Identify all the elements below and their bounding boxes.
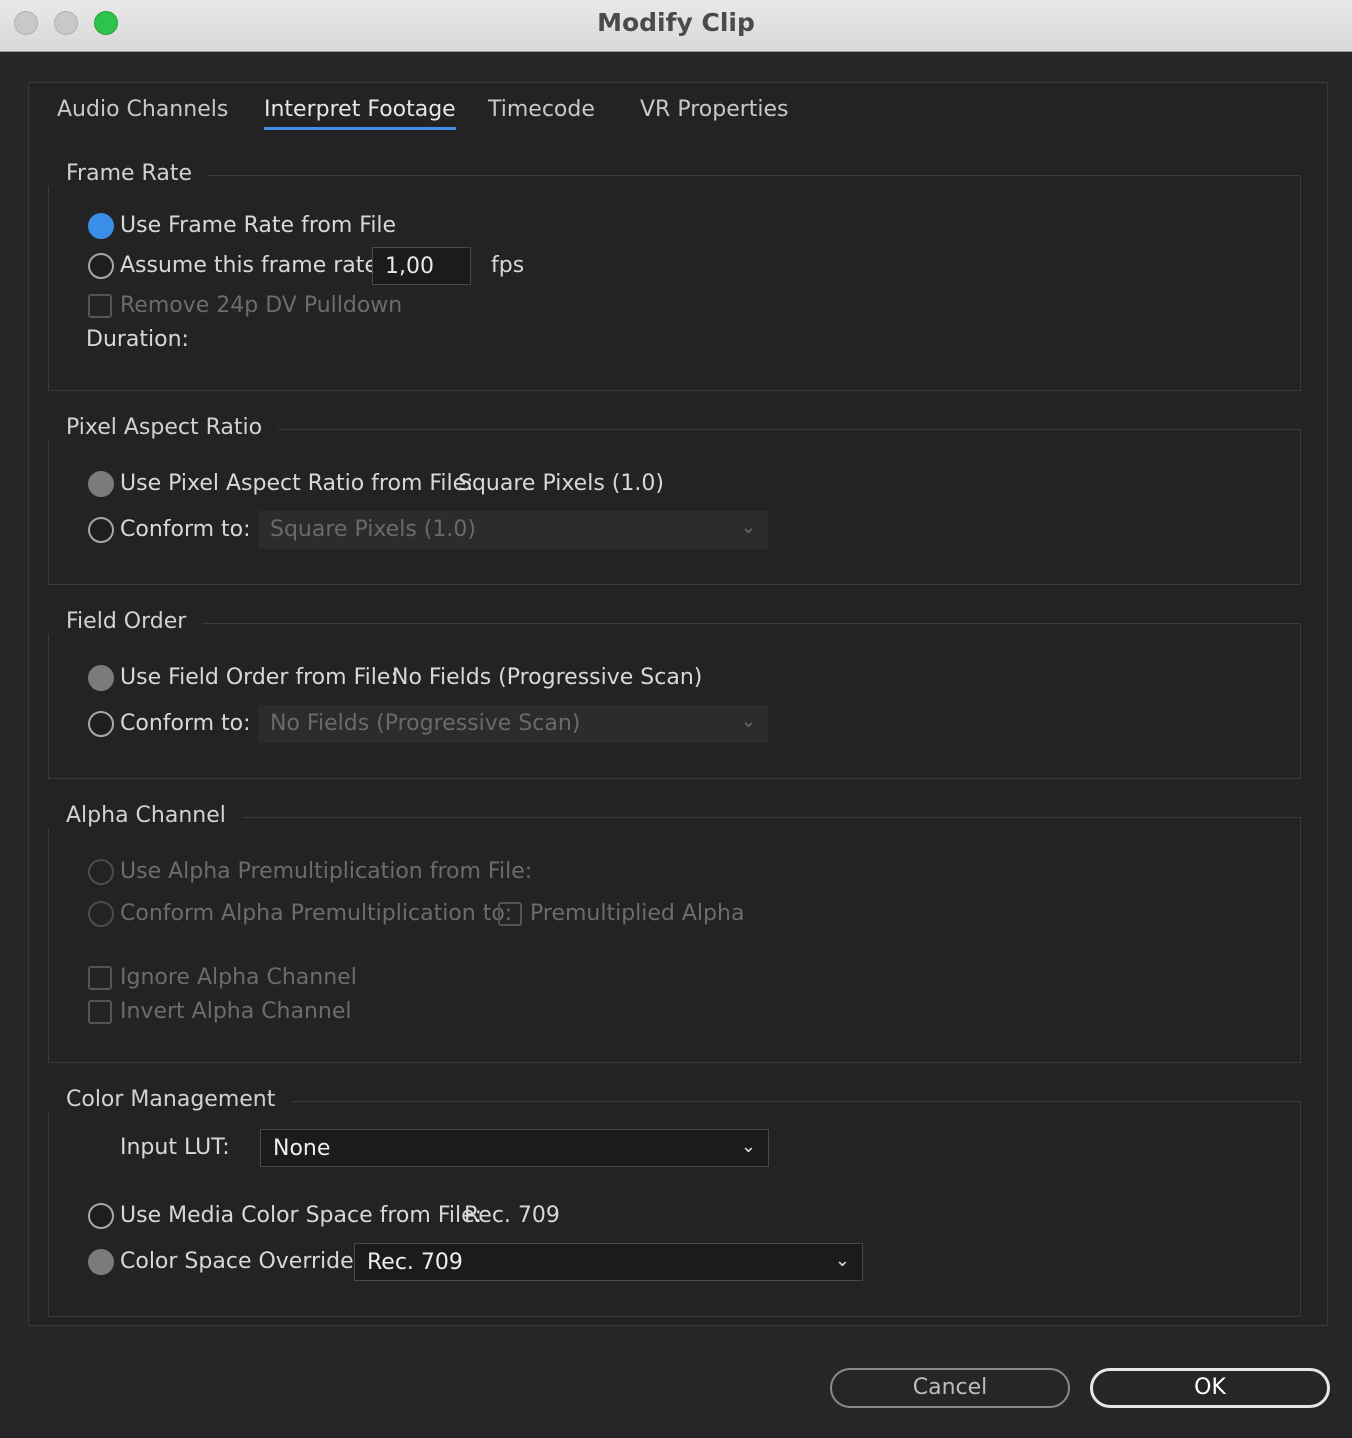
fps-input[interactable]: 1,00 bbox=[372, 247, 471, 285]
field-order-conform-select[interactable]: No Fields (Progressive Scan) ⌄ bbox=[258, 705, 768, 743]
input-lut-value: None bbox=[273, 1136, 331, 1161]
premultiplied-alpha-label: Premultiplied Alpha bbox=[530, 901, 745, 926]
tab-audio-channels[interactable]: Audio Channels bbox=[57, 97, 228, 122]
ok-button[interactable]: OK bbox=[1090, 1368, 1330, 1408]
frame-rate-legend: Frame Rate bbox=[48, 161, 208, 186]
assume-frame-rate-radio[interactable] bbox=[88, 253, 114, 279]
tab-vr-properties[interactable]: VR Properties bbox=[640, 97, 789, 122]
input-lut-label: Input LUT: bbox=[120, 1135, 230, 1160]
par-from-file-radio[interactable] bbox=[88, 471, 114, 497]
premultiplied-alpha-checkbox[interactable] bbox=[498, 902, 522, 926]
ignore-alpha-checkbox[interactable] bbox=[88, 966, 112, 990]
chevron-down-icon: ⌄ bbox=[740, 517, 756, 538]
alpha-from-file-label: Use Alpha Premultiplication from File: bbox=[120, 859, 533, 884]
par-conform-select[interactable]: Square Pixels (1.0) ⌄ bbox=[258, 511, 768, 549]
color-space-override-radio[interactable] bbox=[88, 1249, 114, 1275]
field-order-from-file-label: Use Field Order from File: bbox=[120, 665, 398, 690]
alpha-channel-legend: Alpha Channel bbox=[48, 803, 242, 828]
par-conform-radio[interactable] bbox=[88, 517, 114, 543]
pixel-aspect-legend: Pixel Aspect Ratio bbox=[48, 415, 279, 440]
field-order-group bbox=[48, 623, 1301, 779]
remove-pulldown-checkbox[interactable] bbox=[88, 294, 112, 318]
input-lut-select[interactable]: None ⌄ bbox=[260, 1129, 769, 1167]
frame-rate-group bbox=[48, 175, 1301, 391]
par-conform-value: Square Pixels (1.0) bbox=[270, 517, 476, 542]
tab-interpret-footage[interactable]: Interpret Footage bbox=[264, 97, 456, 130]
alpha-from-file-radio[interactable] bbox=[88, 859, 114, 885]
chevron-down-icon: ⌄ bbox=[740, 1136, 756, 1157]
alpha-conform-label: Conform Alpha Premultiplication to: bbox=[120, 901, 513, 926]
field-order-conform-value: No Fields (Progressive Scan) bbox=[270, 711, 581, 736]
field-order-conform-label: Conform to: bbox=[120, 711, 251, 736]
media-color-space-value: Rec. 709 bbox=[464, 1203, 560, 1228]
field-order-legend: Field Order bbox=[48, 609, 203, 634]
color-space-override-value: Rec. 709 bbox=[367, 1250, 463, 1275]
invert-alpha-checkbox[interactable] bbox=[88, 1000, 112, 1024]
chevron-down-icon: ⌄ bbox=[740, 711, 756, 732]
chevron-down-icon: ⌄ bbox=[834, 1250, 850, 1271]
par-from-file-label: Use Pixel Aspect Ratio from File: bbox=[120, 471, 474, 496]
alpha-channel-group bbox=[48, 817, 1301, 1063]
pixel-aspect-group bbox=[48, 429, 1301, 585]
field-order-file-value: No Fields (Progressive Scan) bbox=[392, 665, 703, 690]
ignore-alpha-label: Ignore Alpha Channel bbox=[120, 965, 357, 990]
par-conform-label: Conform to: bbox=[120, 517, 251, 542]
media-color-space-radio[interactable] bbox=[88, 1203, 114, 1229]
color-space-override-label: Color Space Override: bbox=[120, 1249, 362, 1274]
assume-frame-rate-label: Assume this frame rate: bbox=[120, 253, 386, 278]
invert-alpha-label: Invert Alpha Channel bbox=[120, 999, 352, 1024]
par-file-value: Square Pixels (1.0) bbox=[458, 471, 664, 496]
media-color-space-label: Use Media Color Space from File: bbox=[120, 1203, 483, 1228]
fps-unit-label: fps bbox=[491, 253, 525, 278]
field-order-conform-radio[interactable] bbox=[88, 711, 114, 737]
color-management-legend: Color Management bbox=[48, 1087, 292, 1112]
window-title: Modify Clip bbox=[597, 8, 755, 37]
duration-label: Duration: bbox=[86, 327, 189, 352]
frame-rate-from-file-radio[interactable] bbox=[88, 213, 114, 239]
frame-rate-from-file-label: Use Frame Rate from File bbox=[120, 213, 397, 238]
field-order-from-file-radio[interactable] bbox=[88, 665, 114, 691]
remove-pulldown-label: Remove 24p DV Pulldown bbox=[120, 293, 403, 318]
tab-timecode[interactable]: Timecode bbox=[488, 97, 595, 122]
title-bar: Modify Clip bbox=[0, 0, 1352, 52]
cancel-button[interactable]: Cancel bbox=[830, 1368, 1070, 1408]
color-space-override-select[interactable]: Rec. 709 ⌄ bbox=[354, 1243, 863, 1281]
alpha-conform-radio[interactable] bbox=[88, 901, 114, 927]
